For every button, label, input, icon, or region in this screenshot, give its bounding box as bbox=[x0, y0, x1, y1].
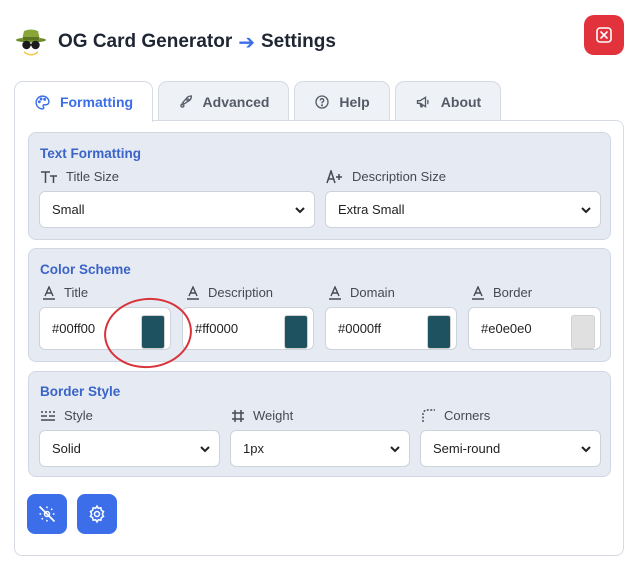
chevron-down-icon bbox=[390, 446, 400, 453]
border-color-swatch[interactable] bbox=[571, 315, 595, 349]
arrow-right-icon: ➔ bbox=[238, 31, 255, 54]
border-color-label: Border bbox=[471, 285, 532, 300]
tab-about[interactable]: About bbox=[395, 81, 501, 121]
help-circle-icon bbox=[315, 94, 329, 109]
title-color-swatch[interactable] bbox=[141, 315, 165, 349]
text-color-icon bbox=[43, 285, 55, 300]
app-header: OG Card Generator ➔ Settings bbox=[15, 22, 336, 62]
tab-advanced[interactable]: Advanced bbox=[158, 81, 289, 121]
tab-label: About bbox=[440, 93, 482, 110]
text-formatting-section: Text Formatting Title Size Small Descrip… bbox=[28, 132, 611, 240]
description-color-swatch[interactable] bbox=[284, 315, 308, 349]
chevron-down-icon bbox=[581, 207, 591, 214]
app-name: OG Card Generator bbox=[58, 31, 233, 52]
tab-label: Advanced bbox=[202, 93, 270, 110]
text-color-icon bbox=[187, 285, 199, 300]
color-scheme-section: Color Scheme Title #00ff00 Description #… bbox=[28, 248, 611, 362]
title-color-label: Title bbox=[42, 285, 88, 300]
weight-label: Weight bbox=[231, 408, 293, 423]
description-size-label: Description Size bbox=[326, 169, 446, 184]
corners-label: Corners bbox=[422, 408, 490, 423]
tab-label: Help bbox=[339, 93, 370, 110]
font-increase-icon bbox=[326, 169, 342, 183]
domain-color-swatch[interactable] bbox=[427, 315, 451, 349]
megaphone-icon bbox=[416, 95, 429, 108]
reset-settings-icon bbox=[38, 505, 56, 523]
title-color-input[interactable]: #00ff00 bbox=[39, 307, 171, 350]
style-label: Style bbox=[40, 408, 93, 423]
section-title: Border Style bbox=[40, 384, 121, 399]
page-title: OG Card Generator ➔ Settings bbox=[58, 30, 336, 55]
border-style-select[interactable]: Solid bbox=[39, 430, 220, 467]
border-color-input[interactable]: #e0e0e0 bbox=[468, 307, 601, 350]
settings-button[interactable] bbox=[77, 494, 117, 534]
settings-gear-icon bbox=[89, 504, 105, 524]
description-color-label: Description bbox=[186, 285, 273, 300]
domain-color-label: Domain bbox=[328, 285, 395, 300]
tab-bar: Formatting Advanced Help About bbox=[14, 81, 506, 122]
spy-logo-icon bbox=[16, 29, 46, 56]
tab-formatting[interactable]: Formatting bbox=[14, 81, 153, 122]
hash-icon bbox=[232, 409, 244, 422]
page-name: Settings bbox=[260, 31, 336, 52]
formatting-panel: Text Formatting Title Size Small Descrip… bbox=[14, 120, 624, 556]
close-button[interactable] bbox=[584, 15, 624, 55]
chevron-down-icon bbox=[200, 446, 210, 453]
chevron-down-icon bbox=[581, 446, 591, 453]
title-size-label: Title Size bbox=[40, 169, 119, 184]
tab-label: Formatting bbox=[59, 94, 134, 110]
description-color-input[interactable]: #ff0000 bbox=[182, 307, 314, 350]
text-color-icon bbox=[472, 285, 484, 300]
reset-settings-button[interactable] bbox=[27, 494, 67, 534]
close-icon bbox=[596, 27, 612, 43]
rounded-corner-icon bbox=[422, 408, 435, 422]
text-color-icon bbox=[329, 285, 341, 300]
border-corners-select[interactable]: Semi-round bbox=[420, 430, 601, 467]
palette-icon bbox=[35, 94, 50, 110]
section-title: Text Formatting bbox=[40, 146, 141, 161]
section-title: Color Scheme bbox=[40, 262, 131, 277]
domain-color-input[interactable]: #0000ff bbox=[325, 307, 457, 350]
border-weight-select[interactable]: 1px bbox=[230, 430, 410, 467]
tab-help[interactable]: Help bbox=[294, 81, 390, 121]
border-style-icon bbox=[41, 410, 55, 421]
text-size-icon bbox=[41, 170, 57, 183]
rocket-icon bbox=[179, 94, 192, 108]
chevron-down-icon bbox=[295, 207, 305, 214]
title-size-select[interactable]: Small bbox=[39, 191, 315, 228]
description-size-select[interactable]: Extra Small bbox=[325, 191, 601, 228]
border-style-section: Border Style Style Solid Weight 1px Corn… bbox=[28, 371, 611, 477]
